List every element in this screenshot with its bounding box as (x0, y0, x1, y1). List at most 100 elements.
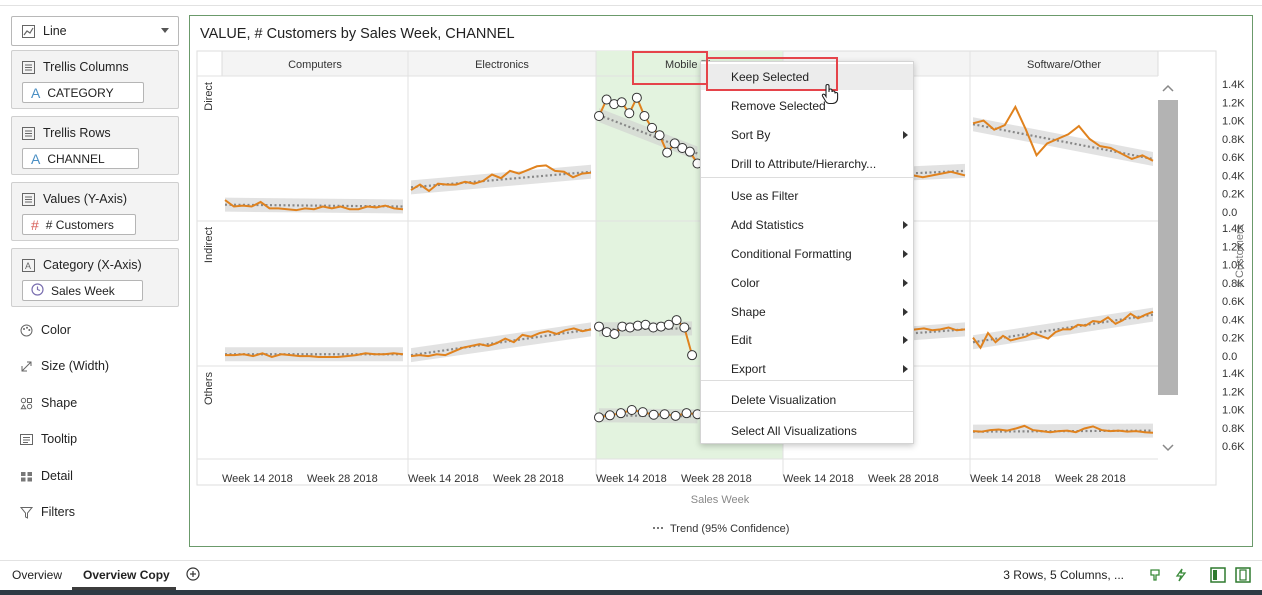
y-tick-label: 1.2K (1222, 386, 1245, 398)
auto-apply-icon[interactable] (1174, 568, 1188, 585)
menu-item-label: Select All Visualizations (731, 424, 857, 438)
data-point[interactable] (615, 408, 626, 419)
data-point[interactable] (671, 315, 682, 326)
scrollbar-thumb[interactable] (1158, 100, 1178, 395)
data-point[interactable] (631, 92, 642, 103)
menu-item-label: Remove Selected (731, 99, 826, 113)
trellis-columns-pill[interactable]: A CATEGORY (22, 82, 144, 103)
data-point[interactable] (626, 405, 637, 415)
panel-toggle-left-icon[interactable] (1210, 567, 1226, 586)
filters-property[interactable]: Filters (19, 505, 75, 519)
color-property[interactable]: Color (20, 323, 71, 337)
data-point[interactable] (647, 122, 658, 133)
submenu-arrow-icon (903, 336, 908, 344)
attribute-icon: A (31, 150, 41, 167)
tab-overview-copy[interactable]: Overview Copy (83, 568, 170, 582)
x-tick-label: Week 14 2018 (970, 473, 1041, 485)
y-tick-label: 1.4K (1222, 368, 1245, 380)
hand-cursor-icon (820, 83, 840, 108)
data-point[interactable] (687, 350, 698, 361)
data-point[interactable] (648, 409, 659, 420)
y-tick-label: 0.6K (1222, 296, 1245, 308)
menu-item-sort-by[interactable]: Sort By (701, 122, 913, 148)
x-tick-label: Week 14 2018 (408, 473, 479, 485)
menu-item-edit[interactable]: Edit (701, 327, 913, 353)
menu-item-select-all-visualizations[interactable]: Select All Visualizations (701, 418, 913, 444)
size-property[interactable]: Size (Width) (20, 359, 109, 373)
data-point[interactable] (639, 111, 650, 121)
menu-item-color[interactable]: Color (701, 270, 913, 296)
legend-label: Trend (95% Confidence) (670, 523, 789, 535)
x-axis-title: Sales Week (691, 494, 750, 506)
y-tick-label: 0.4K (1222, 170, 1245, 182)
tooltip-icon (20, 433, 33, 446)
property-label: Detail (41, 469, 73, 483)
shape-property[interactable]: Shape (20, 396, 77, 410)
data-point[interactable] (681, 408, 692, 419)
menu-item-remove-selected[interactable]: Remove Selected (701, 93, 913, 119)
panel-toggle-right-icon[interactable] (1235, 567, 1251, 586)
palette-icon (20, 324, 33, 337)
category-pill[interactable]: Sales Week (22, 280, 143, 301)
data-point[interactable] (594, 412, 604, 423)
pill-label: Sales Week (51, 283, 115, 298)
menu-item-label: Edit (731, 333, 752, 347)
menu-item-add-statistics[interactable]: Add Statistics (701, 212, 913, 238)
menu-item-label: Export (731, 362, 766, 376)
y-tick-label: 1.4K (1222, 79, 1245, 91)
data-point[interactable] (670, 410, 681, 421)
values-pill[interactable]: # # Customers (22, 214, 136, 235)
x-tick-label: Week 28 2018 (1055, 473, 1126, 485)
menu-item-use-as-filter[interactable]: Use as Filter (701, 183, 913, 209)
property-label: Shape (41, 396, 78, 410)
data-point[interactable] (609, 328, 620, 339)
pill-label: CATEGORY (47, 85, 114, 100)
y-tick-label: 0.8K (1222, 134, 1245, 146)
add-canvas-icon[interactable] (186, 567, 200, 584)
menu-item-shape[interactable]: Shape (701, 299, 913, 325)
grammar-panel: Line Trellis Columns A CATEGORY Trellis R… (0, 6, 185, 558)
submenu-arrow-icon (903, 131, 908, 139)
tooltip-property[interactable]: Tooltip (20, 432, 77, 446)
section-header: Trellis Columns (43, 60, 129, 74)
filter-icon (19, 506, 34, 519)
data-point[interactable] (679, 322, 690, 333)
values-y-axis-section[interactable]: Values (Y-Axis) # # Customers (11, 182, 179, 241)
data-point[interactable] (594, 321, 604, 332)
menu-item-label: Delete Visualization (731, 393, 837, 407)
grammar-icon[interactable] (1148, 568, 1162, 585)
trellis-rows-pill[interactable]: A CHANNEL (22, 148, 139, 169)
window-edge (0, 590, 1262, 595)
viz-type-select[interactable]: Line (11, 16, 179, 46)
data-point[interactable] (654, 130, 665, 141)
data-point[interactable] (594, 111, 604, 121)
keep-selected-highlight (706, 57, 838, 91)
data-point[interactable] (662, 147, 673, 158)
trellis-column-label: Software/Other (1027, 59, 1101, 71)
menu-item-label: Shape (731, 305, 766, 319)
trellis-row-label: Others (203, 372, 215, 406)
data-point[interactable] (684, 146, 695, 157)
menu-item-export[interactable]: Export (701, 356, 913, 382)
trellis-columns-section[interactable]: Trellis Columns A CATEGORY (11, 50, 179, 109)
trellis-column-label: Electronics (475, 59, 529, 71)
property-label: Tooltip (41, 432, 78, 446)
data-point[interactable] (604, 410, 615, 421)
data-point[interactable] (637, 407, 648, 418)
tab-overview[interactable]: Overview (12, 568, 62, 582)
data-point[interactable] (616, 97, 627, 108)
x-tick-label: Week 14 2018 (783, 473, 854, 485)
y-tick-label: 0.0 (1222, 351, 1237, 363)
section-header: Trellis Rows (43, 126, 111, 140)
trellis-rows-section[interactable]: Trellis Rows A CHANNEL (11, 116, 179, 175)
y-tick-label: 0.4K (1222, 314, 1245, 326)
line-chart-icon (22, 24, 35, 38)
menu-item-drill-to-attribute-hierarchy[interactable]: Drill to Attribute/Hierarchy... (701, 151, 913, 177)
data-point[interactable] (659, 409, 670, 420)
category-x-axis-section[interactable]: A Category (X-Axis) Sales Week (11, 248, 179, 307)
menu-item-conditional-formatting[interactable]: Conditional Formatting (701, 241, 913, 267)
chevron-down-icon[interactable] (161, 28, 169, 33)
data-point[interactable] (624, 108, 635, 119)
menu-item-delete-visualization[interactable]: Delete Visualization (701, 387, 913, 413)
detail-property[interactable]: Detail (20, 469, 73, 483)
